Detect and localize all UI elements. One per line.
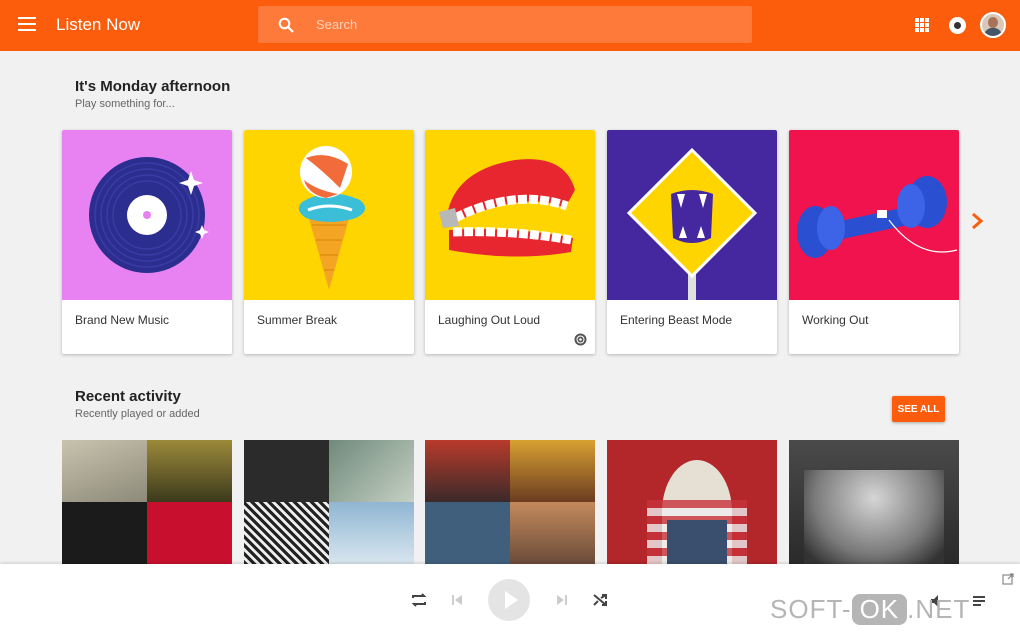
top-app-bar: Listen Now bbox=[0, 0, 1020, 51]
card-label: Brand New Music bbox=[75, 313, 170, 327]
card-label: Entering Beast Mode bbox=[620, 313, 733, 327]
section-title-recent-activity: Recent activity bbox=[75, 388, 181, 405]
skip-previous-icon[interactable] bbox=[450, 593, 464, 607]
page-title: Listen Now bbox=[56, 15, 141, 34]
chattering-teeth-art bbox=[425, 130, 595, 300]
cast-icon[interactable] bbox=[949, 17, 966, 34]
situation-card-laughing-out-loud[interactable]: Laughing Out Loud bbox=[425, 130, 595, 354]
search-bar[interactable] bbox=[258, 6, 752, 43]
beast-sign-art bbox=[607, 130, 777, 300]
see-all-button[interactable]: SEE ALL bbox=[892, 396, 945, 422]
card-label: Laughing Out Loud bbox=[438, 313, 541, 327]
section-subtitle-recent-activity: Recently played or added bbox=[75, 408, 200, 420]
watermark: SOFT- OK .NET bbox=[770, 594, 971, 625]
apps-grid-icon[interactable] bbox=[915, 18, 929, 32]
card-label: Summer Break bbox=[257, 313, 338, 327]
situation-card-summer-break[interactable]: Summer Break bbox=[244, 130, 414, 354]
card-label: Working Out bbox=[802, 313, 869, 327]
queue-icon[interactable] bbox=[972, 594, 988, 608]
avatar[interactable] bbox=[980, 12, 1006, 38]
section-subtitle-listen-now: Play something for... bbox=[75, 98, 175, 110]
search-input[interactable] bbox=[316, 6, 736, 43]
radio-icon bbox=[574, 333, 587, 346]
recent-album-tile[interactable] bbox=[62, 440, 232, 564]
open-external-icon[interactable] bbox=[1002, 573, 1014, 585]
skip-next-icon[interactable] bbox=[555, 593, 569, 607]
ice-cream-beach-ball-art bbox=[244, 130, 414, 300]
repeat-icon[interactable] bbox=[410, 591, 428, 609]
shuffle-icon[interactable] bbox=[592, 592, 608, 608]
recent-album-tile[interactable] bbox=[244, 440, 414, 564]
situation-card-working-out[interactable]: Working Out bbox=[789, 130, 959, 354]
section-title-listen-now: It's Monday afternoon bbox=[75, 78, 231, 95]
recent-album-tile[interactable] bbox=[789, 440, 959, 564]
recent-album-tile[interactable] bbox=[425, 440, 595, 564]
situation-card-brand-new-music[interactable]: Brand New Music bbox=[62, 130, 232, 354]
menu-icon[interactable] bbox=[18, 17, 36, 31]
search-icon[interactable] bbox=[278, 17, 294, 33]
chevron-right-icon[interactable] bbox=[967, 211, 987, 231]
recent-album-tile[interactable] bbox=[607, 440, 777, 564]
play-button[interactable] bbox=[488, 579, 530, 621]
situation-card-entering-beast-mode[interactable]: Entering Beast Mode bbox=[607, 130, 777, 354]
vinyl-record-art bbox=[62, 130, 232, 300]
dumbbell-art bbox=[789, 130, 959, 300]
